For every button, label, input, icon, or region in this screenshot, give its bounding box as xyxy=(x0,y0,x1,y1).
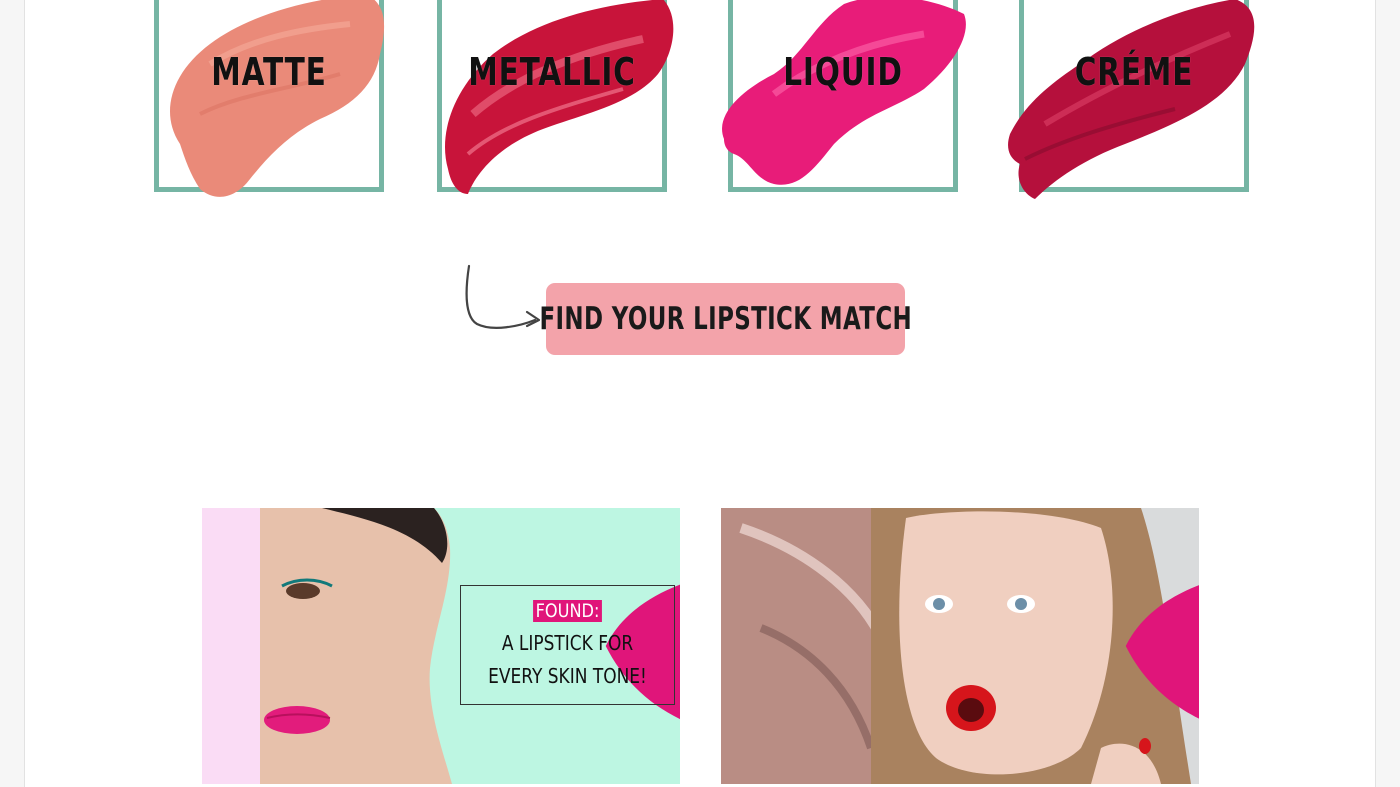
caption-line: A LIPSTICK FOR xyxy=(501,631,634,655)
bb-logo-badge: BB xyxy=(1125,585,1199,719)
found-tag: FOUND: xyxy=(533,600,602,622)
cta-area: FIND YOUR LIPSTICK MATCH xyxy=(465,262,925,362)
finish-card-matte[interactable]: MATTE xyxy=(154,0,385,197)
finish-label: LIQUID xyxy=(783,50,903,94)
finish-label: CRÉME xyxy=(1074,50,1194,94)
creme-swatch-image xyxy=(1008,0,1255,199)
metallic-swatch-image xyxy=(445,0,674,194)
finish-card-metallic[interactable]: METALLIC xyxy=(437,0,674,194)
finish-label: METALLIC xyxy=(468,50,636,94)
promo-caption-box: FOUND: A LIPSTICK FOR EVERY SKIN TONE! xyxy=(460,585,675,705)
finish-card-creme[interactable]: CRÉME xyxy=(1008,0,1255,199)
cta-label: FIND YOUR LIPSTICK MATCH xyxy=(539,301,912,337)
find-lipstick-match-button[interactable]: FIND YOUR LIPSTICK MATCH xyxy=(539,283,911,355)
liquid-swatch-image xyxy=(722,0,966,185)
page-content: MATTE METALLIC LIQUID CRÉME FIND YOUR LI… xyxy=(24,0,1376,787)
caption-line: EVERY SKIN TONE! xyxy=(488,664,647,688)
finish-card-liquid[interactable]: LIQUID xyxy=(722,0,966,192)
promo-card-surprised-model[interactable]: BB xyxy=(721,508,1199,784)
matte-swatch-image xyxy=(170,0,385,197)
promo-card-skin-tone[interactable]: BB FOUND: A LIPSTICK FOR EVERY SKIN TONE… xyxy=(202,508,680,784)
finish-label: MATTE xyxy=(211,50,327,94)
